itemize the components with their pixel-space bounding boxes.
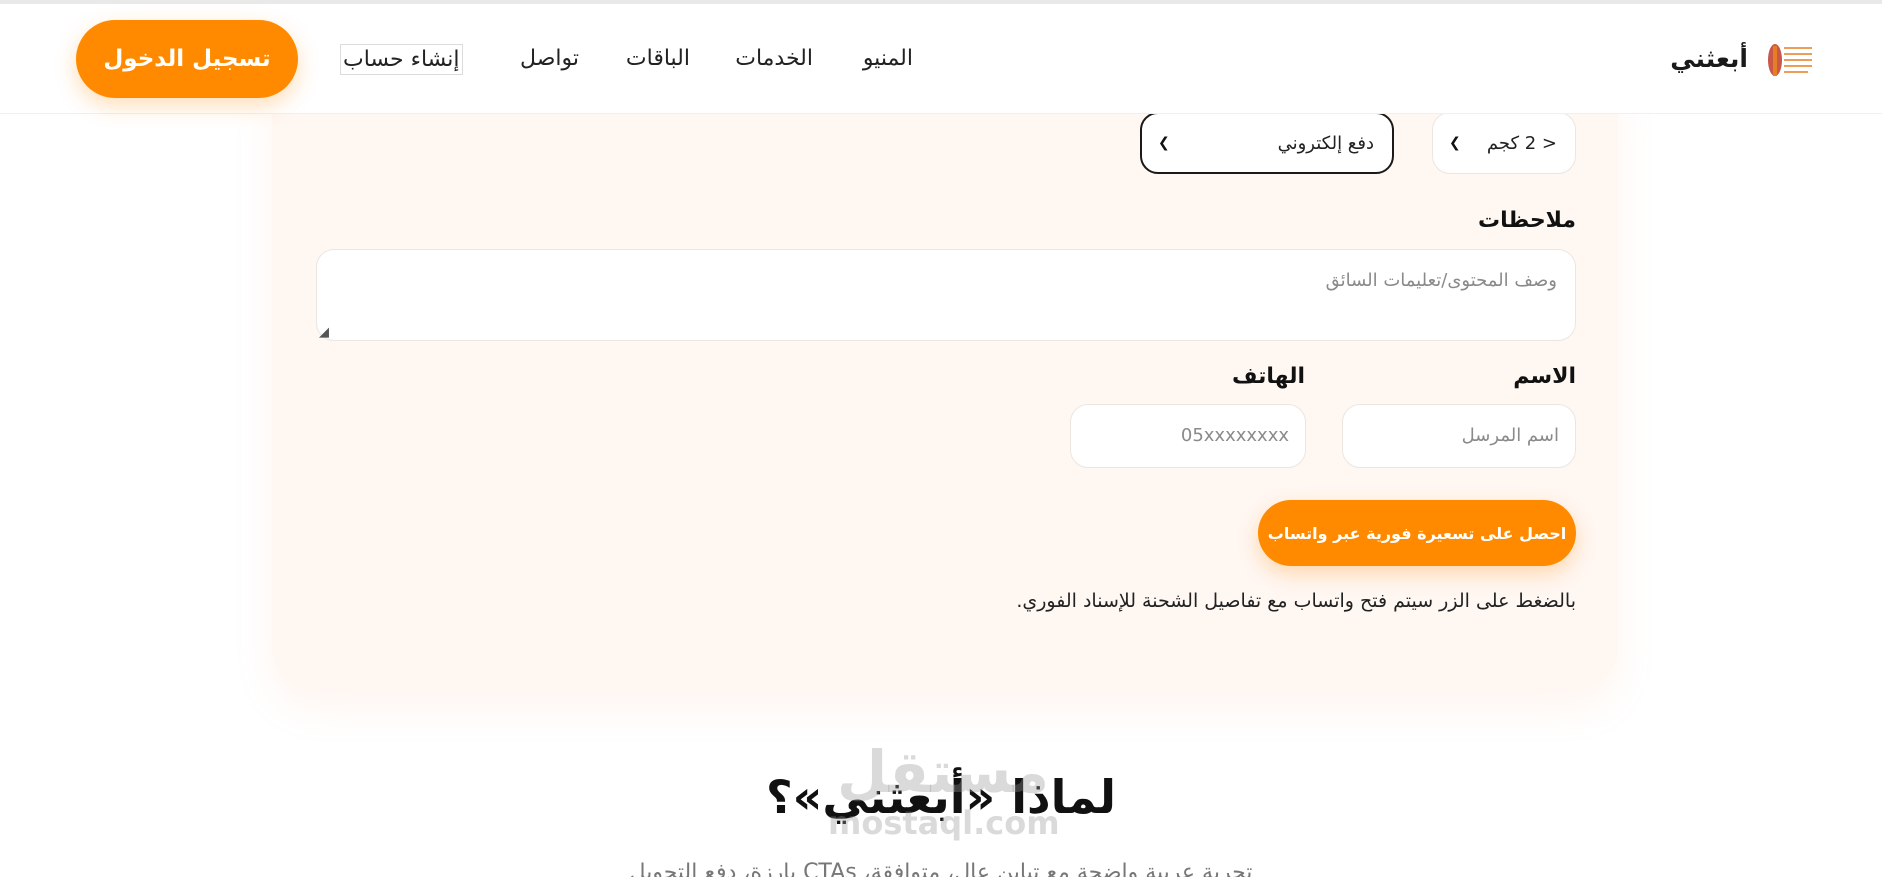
whatsapp-note: بالضغط على الزر سيتم فتح واتساب مع تفاصي… — [1016, 590, 1576, 612]
name-placeholder: اسم المرسل — [1461, 425, 1559, 446]
nav-item-packages[interactable]: الباقات — [626, 46, 690, 71]
notes-textarea[interactable]: وصف المحتوى/تعليمات السائق ◢ — [316, 249, 1576, 341]
name-label: الاسم — [1513, 364, 1576, 389]
whatsapp-quote-button[interactable]: احصل على تسعيرة فورية عبر واتساب — [1258, 500, 1576, 566]
name-input[interactable]: اسم المرسل — [1342, 404, 1576, 468]
phone-placeholder: 05xxxxxxxx — [1180, 425, 1289, 446]
brand[interactable]: أبعثني — [1670, 36, 1814, 80]
notes-placeholder: وصف المحتوى/تعليمات السائق — [1325, 270, 1557, 291]
resize-handle-icon[interactable]: ◢ — [319, 325, 329, 340]
why-section-title: لماذا «أبعثني»؟ — [766, 770, 1116, 824]
payment-select[interactable]: دفع إلكتروني ❯ — [1140, 112, 1394, 174]
nav-item-contact[interactable]: تواصل — [520, 46, 579, 71]
brand-name: أبعثني — [1670, 43, 1748, 73]
weight-select[interactable]: < 2 كجم ❯ — [1432, 112, 1576, 174]
nav-item-menu[interactable]: المنيو — [863, 46, 913, 71]
login-button[interactable]: تسجيل الدخول — [76, 20, 298, 98]
chevron-down-icon: ❯ — [1449, 135, 1461, 151]
chevron-down-icon: ❯ — [1158, 135, 1170, 151]
register-link[interactable]: إنشاء حساب — [340, 44, 463, 75]
payment-select-value: دفع إلكتروني — [1277, 132, 1374, 154]
notes-label: ملاحظات — [1478, 208, 1576, 233]
phone-input[interactable]: 05xxxxxxxx — [1070, 404, 1306, 468]
phone-label: الهاتف — [1231, 364, 1305, 389]
brand-logo-icon — [1764, 36, 1814, 80]
weight-select-value: < 2 كجم — [1486, 132, 1557, 154]
nav-item-services[interactable]: الخدمات — [735, 46, 813, 71]
site-header: أبعثني المنيو الخدمات الباقات تواصل إنشا… — [0, 4, 1882, 114]
why-section-subtitle: تجربة عربية واضحة مع تباين عالٍ، متوافقة… — [629, 860, 1253, 877]
